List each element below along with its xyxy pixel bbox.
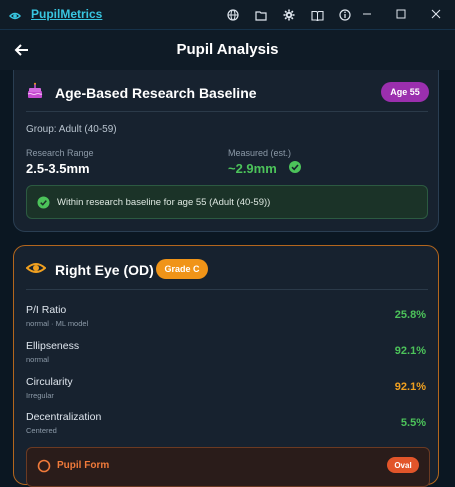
pupil-form-badge: Oval [387,457,419,473]
metric-label: Decentralization [26,411,102,423]
minimize-button[interactable] [350,4,384,24]
pupil-form-box[interactable]: Pupil Form Oval [26,447,430,487]
group-text: Group: Adult (40-59) [26,124,117,135]
check-circle-icon [37,196,50,209]
pupil-form-label: Pupil Form [57,460,110,471]
metric-sub: normal · ML model [26,319,89,328]
page-header: Pupil Analysis [0,30,455,70]
metric-label: P/I Ratio [26,304,67,316]
metric-label: Ellipseness [26,340,80,352]
birthday-cake-icon [26,82,44,100]
measured-value: ~2.9mm [228,161,277,176]
book-icon[interactable] [303,7,331,23]
right-eye-card: Right Eye (OD) Grade C P/I Ratio normal … [13,245,439,487]
eye-logo-icon [8,9,22,21]
metric-sub: Centered [26,426,57,435]
metric-value: 92.1% [394,345,426,357]
folder-icon[interactable] [247,7,275,23]
window-title-bar: PupilMetrics [0,0,455,30]
grade-badge: Grade C [156,259,208,279]
circle-outline-icon [37,459,51,473]
metric-value: 25.8% [394,309,426,321]
gear-icon[interactable] [275,7,303,23]
range-value: 2.5-3.5mm [26,161,90,176]
eye-card-title: Right Eye (OD) [55,262,154,278]
check-circle-icon [288,160,302,174]
page-title: Pupil Analysis [176,41,279,58]
maximize-button[interactable] [384,4,418,24]
divider [26,289,428,290]
measured-label: Measured (est.) [228,148,292,158]
metric-value: 92.1% [394,381,426,393]
app-name-link[interactable]: PupilMetrics [31,7,102,21]
age-badge: Age 55 [381,82,429,102]
baseline-status-text: Within research baseline for age 55 (Adu… [57,197,271,208]
globe-icon[interactable] [219,7,247,23]
baseline-card-title: Age-Based Research Baseline [55,85,257,101]
metric-value: 5.5% [400,417,426,429]
metric-sub: Irregular [26,391,54,400]
metric-sub: normal [26,355,49,364]
metric-label: Circularity [26,376,73,388]
eye-icon [25,259,47,277]
divider [26,111,428,112]
age-baseline-card: Age-Based Research Baseline Age 55 Group… [13,70,439,232]
close-button[interactable] [419,4,453,24]
baseline-status-box: Within research baseline for age 55 (Adu… [26,185,428,219]
range-label: Research Range [26,148,94,158]
